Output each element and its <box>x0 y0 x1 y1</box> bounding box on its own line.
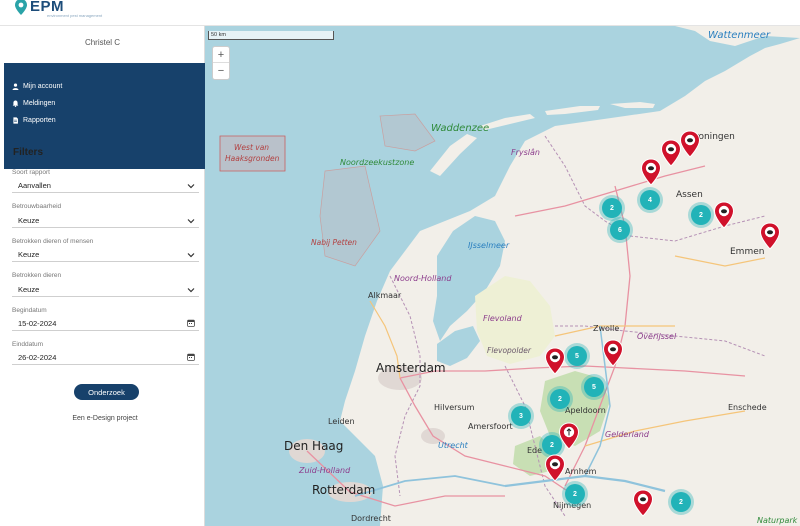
map-label: Enschede <box>728 403 767 412</box>
zoom-in-button[interactable]: + <box>213 47 229 63</box>
user-name: Christel C <box>84 38 121 47</box>
reliability-label: Betrouwbaarheid <box>12 203 62 210</box>
marker-cluster[interactable]: 2 <box>550 389 570 409</box>
start-date-input[interactable]: 15-02-2024 <box>12 317 199 331</box>
logo[interactable]: EPM environment pest management <box>14 0 102 24</box>
search-button[interactable]: Onderzoek <box>74 384 139 400</box>
chevron-down-icon <box>187 253 195 258</box>
map-label: Naturpark <box>757 516 798 525</box>
incident-pin-icon[interactable] <box>602 339 624 367</box>
map-label: Dordrecht <box>351 514 391 523</box>
marker-cluster[interactable]: 5 <box>567 346 587 366</box>
map-label: Waddenzee <box>431 123 490 134</box>
animals-or-people-select[interactable]: Keuze <box>12 248 199 262</box>
map-label: Flevopolder <box>487 346 531 355</box>
reliability-select[interactable]: Keuze <box>12 214 199 228</box>
chevron-down-icon <box>187 219 195 224</box>
map-label: Amsterdam <box>376 361 446 375</box>
animals-value: Keuze <box>18 285 40 294</box>
bell-icon <box>12 100 19 107</box>
end-date-input[interactable]: 26-02-2024 <box>12 351 199 365</box>
nav-item-reports[interactable]: Rapporten <box>12 117 56 124</box>
map-label: Zuid-Holland <box>299 466 351 475</box>
map-scale: 50 km <box>208 31 334 40</box>
reliability-value: Keuze <box>18 216 40 225</box>
incident-pin-icon[interactable] <box>640 158 662 186</box>
map-label: Wattenmeer <box>708 30 770 41</box>
end-date-label: Einddatum <box>12 341 44 348</box>
map-label: Arnhem <box>565 467 597 476</box>
zoom-out-button[interactable]: − <box>213 63 229 79</box>
animals-select[interactable]: Keuze <box>12 283 199 297</box>
map-label: Amersfoort <box>468 422 513 431</box>
incident-pin-icon[interactable] <box>679 130 701 158</box>
marker-cluster[interactable]: 4 <box>640 190 660 210</box>
logo-pin-icon <box>15 0 27 15</box>
animals-label: Betrokken dieren <box>12 272 62 279</box>
end-date-value: 26-02-2024 <box>18 353 57 362</box>
nav-item-account[interactable]: Mijn account <box>12 83 62 90</box>
marker-cluster[interactable]: 6 <box>610 220 630 240</box>
map-label: Rotterdam <box>312 483 376 497</box>
incident-pin-icon[interactable] <box>759 222 781 250</box>
map[interactable]: Wattenmeer Waddenzee Groningen Fryslân N… <box>205 26 800 526</box>
map-label: Fryslân <box>511 148 540 157</box>
map-label: Nabij Petten <box>311 238 357 247</box>
map-label: Flevoland <box>483 314 522 323</box>
marker-cluster[interactable]: 2 <box>671 492 691 512</box>
animals-or-people-label: Betrokken dieren of mensen <box>12 238 94 245</box>
incident-pin-icon[interactable] <box>558 422 580 450</box>
animals-or-people-value: Keuze <box>18 250 40 259</box>
chevron-down-icon <box>187 288 195 293</box>
top-bar: EPM environment pest management <box>0 0 800 26</box>
logo-subtitle: environment pest management <box>47 13 103 18</box>
map-label: Leiden <box>328 417 355 426</box>
marker-cluster[interactable]: 2 <box>691 205 711 225</box>
user-icon <box>12 83 19 90</box>
calendar-icon[interactable] <box>187 353 195 361</box>
incident-pin-icon[interactable] <box>660 139 682 167</box>
report-type-value: Aanvallen <box>18 181 51 190</box>
nav-item-notifications[interactable]: Meldingen <box>12 100 55 107</box>
nav-item-label: Meldingen <box>23 100 56 107</box>
report-type-select[interactable]: Aanvallen <box>12 179 199 193</box>
calendar-icon[interactable] <box>187 319 195 327</box>
start-date-label: Begindatum <box>12 307 47 314</box>
zoom-control: + − <box>212 46 230 80</box>
report-type-label: Soort rapport <box>12 169 50 176</box>
footer-credit: Een e-Design project <box>72 415 138 422</box>
incident-pin-icon[interactable] <box>713 201 735 229</box>
incident-pin-icon[interactable] <box>632 489 654 517</box>
map-label: West van <box>234 143 270 152</box>
map-label: Gelderland <box>605 430 649 439</box>
nav-item-label: Rapporten <box>23 117 56 124</box>
map-label: Assen <box>676 190 703 200</box>
filters-title: Filters <box>13 147 44 158</box>
marker-cluster[interactable]: 5 <box>584 377 604 397</box>
map-label: Den Haag <box>284 439 344 453</box>
map-label: Ede <box>527 446 543 455</box>
nav-item-label: Mijn account <box>23 83 63 90</box>
map-label: Overijssel <box>637 332 677 341</box>
map-label: Noord-Holland <box>394 274 452 283</box>
map-label: Noordzeekustzone <box>340 158 415 167</box>
marker-cluster[interactable]: 2 <box>602 198 622 218</box>
incident-pin-icon[interactable] <box>544 347 566 375</box>
map-label: Hilversum <box>434 403 475 412</box>
incident-pin-icon[interactable] <box>544 454 566 482</box>
marker-cluster[interactable]: 3 <box>511 406 531 426</box>
document-icon <box>13 117 18 124</box>
map-label: Apeldoorn <box>565 406 606 415</box>
start-date-value: 15-02-2024 <box>18 319 57 328</box>
chevron-down-icon <box>187 184 195 189</box>
map-label: Zwolle <box>593 324 620 333</box>
map-label: Haaksgronden <box>225 154 280 163</box>
map-label: Utrecht <box>438 441 468 450</box>
map-label: IJsselmeer <box>468 241 510 250</box>
map-label: Alkmaar <box>368 291 402 300</box>
marker-cluster[interactable]: 2 <box>565 484 585 504</box>
sidebar: Christel C Mijn account Meldingen Rappor… <box>0 26 205 526</box>
